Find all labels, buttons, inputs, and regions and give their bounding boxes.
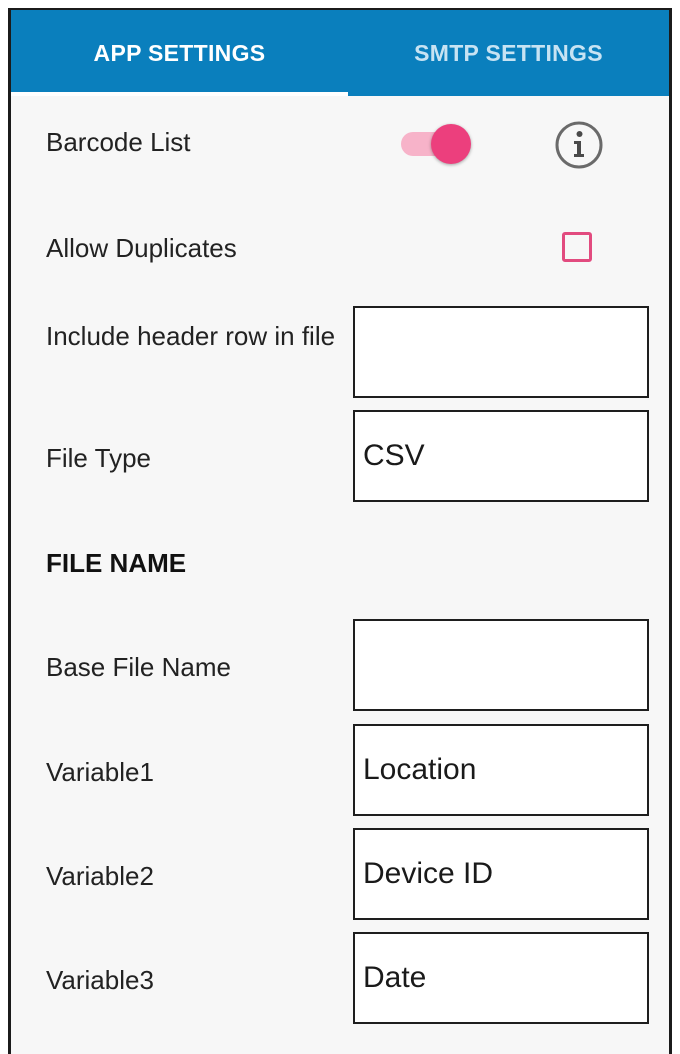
variable2-field[interactable]: Device ID: [353, 828, 649, 920]
info-icon[interactable]: [554, 120, 604, 170]
settings-screen: APP SETTINGS SMTP SETTINGS Barcode List …: [8, 8, 672, 1054]
toggle-thumb: [431, 124, 471, 164]
variable3-field[interactable]: Date: [353, 932, 649, 1024]
variable2-label: Variable2: [46, 861, 154, 891]
file-name-heading: FILE NAME: [46, 548, 187, 578]
file-type-field[interactable]: CSV: [353, 410, 649, 502]
allow-duplicates-label: Allow Duplicates: [46, 233, 237, 263]
variable1-field[interactable]: Location: [353, 724, 649, 816]
tab-bar: APP SETTINGS SMTP SETTINGS: [11, 10, 669, 96]
active-tab-indicator: [11, 92, 348, 96]
tab-smtp-settings[interactable]: SMTP SETTINGS: [348, 10, 669, 96]
file-type-label: File Type: [46, 443, 152, 473]
base-file-name-label: Base File Name: [46, 652, 231, 682]
variable1-label: Variable1: [46, 757, 154, 787]
base-file-name-field[interactable]: [353, 619, 649, 711]
variable3-label: Variable3: [46, 965, 154, 995]
allow-duplicates-checkbox[interactable]: [562, 232, 592, 262]
barcode-list-label: Barcode List: [46, 127, 191, 157]
include-header-field[interactable]: [353, 306, 649, 398]
tab-app-settings[interactable]: APP SETTINGS: [11, 10, 348, 96]
include-header-label: Include header row in file: [46, 321, 336, 351]
